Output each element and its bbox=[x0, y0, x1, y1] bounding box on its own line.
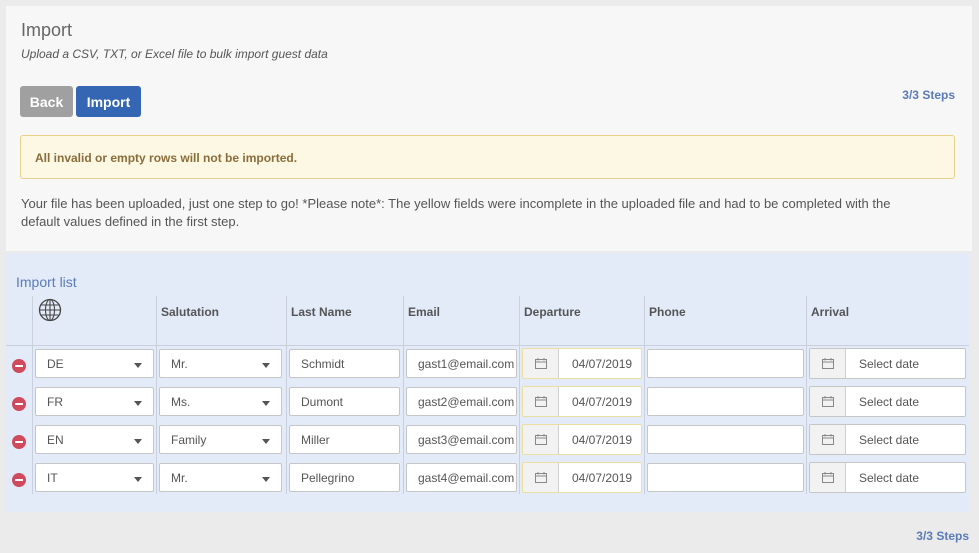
chevron-down-icon bbox=[134, 363, 142, 368]
email-input[interactable]: gast3@email.com bbox=[406, 425, 517, 454]
language-select[interactable]: DE bbox=[35, 349, 154, 378]
departure-value: 04/07/2019 bbox=[572, 432, 633, 447]
calendar-icon[interactable] bbox=[810, 349, 846, 378]
import-list-panel: Import list Salutation Last Name Email D… bbox=[6, 253, 969, 512]
arrival-datepicker[interactable]: Select date bbox=[809, 348, 966, 379]
import-button[interactable]: Import bbox=[76, 86, 141, 117]
salutation-value: Mr. bbox=[171, 470, 188, 485]
remove-row-icon[interactable] bbox=[12, 473, 26, 487]
calendar-icon[interactable] bbox=[523, 387, 559, 416]
language-value: EN bbox=[47, 432, 64, 447]
arrival-datepicker[interactable]: Select date bbox=[809, 386, 966, 417]
phone-input[interactable] bbox=[647, 387, 804, 416]
arrival-value: Select date bbox=[859, 394, 920, 409]
column-divider bbox=[519, 296, 520, 494]
calendar-icon[interactable] bbox=[523, 349, 559, 378]
salutation-value: Mr. bbox=[171, 356, 188, 371]
departure-value: 04/07/2019 bbox=[572, 394, 633, 409]
calendar-icon[interactable] bbox=[523, 463, 559, 492]
header-divider bbox=[6, 345, 969, 346]
chevron-down-icon bbox=[134, 439, 142, 444]
email-input[interactable]: gast2@email.com bbox=[406, 387, 517, 416]
column-header-salutation: Salutation bbox=[161, 305, 220, 319]
departure-datepicker[interactable]: 04/07/2019 bbox=[522, 462, 642, 493]
column-divider bbox=[156, 296, 157, 494]
chevron-down-icon bbox=[262, 477, 270, 482]
calendar-icon[interactable] bbox=[810, 463, 846, 492]
column-header-email: Email bbox=[408, 305, 441, 319]
column-divider bbox=[644, 296, 645, 494]
salutation-select[interactable]: Mr. bbox=[159, 463, 282, 492]
chevron-down-icon bbox=[134, 477, 142, 482]
page-subtitle: Upload a CSV, TXT, or Excel file to bulk… bbox=[21, 47, 328, 61]
upload-note: Your file has been uploaded, just one st… bbox=[21, 196, 891, 229]
column-header-departure: Departure bbox=[524, 305, 581, 319]
departure-datepicker[interactable]: 04/07/2019 bbox=[522, 386, 642, 417]
last-name-input[interactable]: Dumont bbox=[289, 387, 400, 416]
remove-row-icon[interactable] bbox=[12, 359, 26, 373]
phone-input[interactable] bbox=[647, 425, 804, 454]
language-value: IT bbox=[47, 470, 58, 485]
salutation-value: Ms. bbox=[171, 394, 191, 409]
language-value: FR bbox=[47, 394, 63, 409]
last-name-input[interactable]: Miller bbox=[289, 425, 400, 454]
language-select[interactable]: EN bbox=[35, 425, 154, 454]
chevron-down-icon bbox=[262, 439, 270, 444]
email-input[interactable]: gast1@email.com bbox=[406, 349, 517, 378]
import-header-panel: Import Upload a CSV, TXT, or Excel file … bbox=[6, 6, 972, 251]
remove-row-icon[interactable] bbox=[12, 397, 26, 411]
arrival-value: Select date bbox=[859, 356, 920, 371]
calendar-icon[interactable] bbox=[810, 387, 846, 416]
calendar-icon[interactable] bbox=[523, 425, 559, 454]
email-input[interactable]: gast4@email.com bbox=[406, 463, 517, 492]
departure-datepicker[interactable]: 04/07/2019 bbox=[522, 424, 642, 455]
remove-row-icon[interactable] bbox=[12, 435, 26, 449]
departure-value: 04/07/2019 bbox=[572, 356, 633, 371]
salutation-select[interactable]: Mr. bbox=[159, 349, 282, 378]
step-indicator: 3/3 Steps bbox=[902, 88, 955, 102]
import-list-title: Import list bbox=[16, 274, 77, 290]
arrival-value: Select date bbox=[859, 470, 920, 485]
salutation-select[interactable]: Ms. bbox=[159, 387, 282, 416]
phone-input[interactable] bbox=[647, 349, 804, 378]
departure-value: 04/07/2019 bbox=[572, 470, 633, 485]
last-name-input[interactable]: Schmidt bbox=[289, 349, 400, 378]
last-name-input[interactable]: Pellegrino bbox=[289, 463, 400, 492]
chevron-down-icon bbox=[262, 363, 270, 368]
back-button[interactable]: Back bbox=[20, 86, 73, 117]
column-header-arrival: Arrival bbox=[811, 305, 850, 319]
language-select[interactable]: IT bbox=[35, 463, 154, 492]
warning-alert: All invalid or empty rows will not be im… bbox=[20, 135, 955, 179]
chevron-down-icon bbox=[134, 401, 142, 406]
page-title: Import bbox=[21, 20, 73, 40]
column-divider bbox=[32, 296, 33, 494]
column-divider bbox=[286, 296, 287, 494]
salutation-value: Family bbox=[171, 432, 207, 447]
column-divider bbox=[806, 296, 807, 494]
calendar-icon[interactable] bbox=[810, 425, 846, 454]
globe-icon bbox=[38, 298, 62, 322]
chevron-down-icon bbox=[262, 401, 270, 406]
column-divider bbox=[403, 296, 404, 494]
departure-datepicker[interactable]: 04/07/2019 bbox=[522, 348, 642, 379]
footer-step-indicator: 3/3 Steps bbox=[916, 529, 969, 543]
arrival-datepicker[interactable]: Select date bbox=[809, 424, 966, 455]
language-select[interactable]: FR bbox=[35, 387, 154, 416]
column-header-phone: Phone bbox=[649, 305, 686, 319]
salutation-select[interactable]: Family bbox=[159, 425, 282, 454]
phone-input[interactable] bbox=[647, 463, 804, 492]
arrival-value: Select date bbox=[859, 432, 920, 447]
language-value: DE bbox=[47, 356, 64, 371]
column-header-last-name: Last Name bbox=[291, 305, 352, 319]
arrival-datepicker[interactable]: Select date bbox=[809, 462, 966, 493]
